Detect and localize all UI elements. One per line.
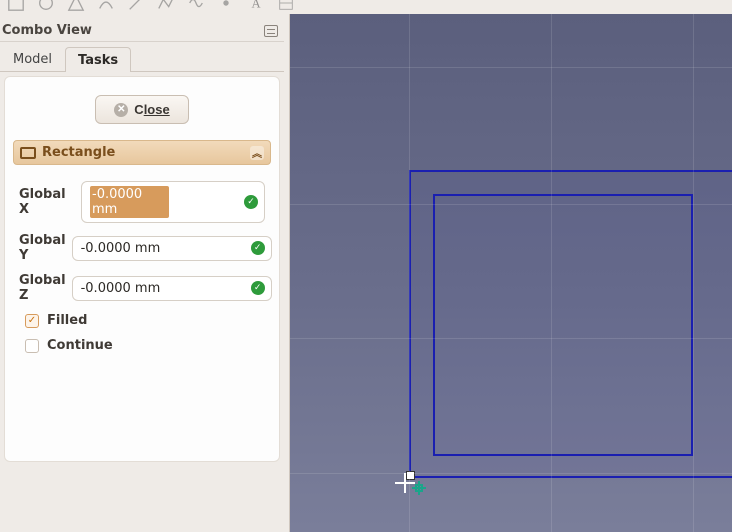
input-wrap-global-y[interactable]: ✓ [72, 236, 272, 261]
input-global-z[interactable] [81, 281, 251, 296]
label-global-z: Global Z [19, 273, 66, 303]
grid-line-v [409, 14, 410, 532]
toolbar-icon[interactable] [96, 0, 116, 12]
toolbar-text-a-icon[interactable]: A [246, 0, 266, 12]
valid-icon: ✓ [251, 281, 265, 295]
row-global-y: Global Y ✓ [19, 233, 265, 263]
label-global-x: Global X [19, 187, 75, 217]
label-continue: Continue [47, 338, 113, 353]
valid-icon: ✓ [244, 195, 258, 209]
row-global-z: Global Z ✓ [19, 273, 265, 303]
toolbar-icon[interactable] [126, 0, 146, 12]
grid-line-h [290, 473, 732, 474]
toolbar-icon[interactable] [276, 0, 296, 12]
label-filled: Filled [47, 313, 87, 328]
input-global-y[interactable] [81, 241, 251, 256]
combo-view-title: Combo View [2, 23, 92, 38]
toolbar-icon[interactable] [6, 0, 26, 12]
check-row-filled[interactable]: ✓ Filled [19, 313, 265, 328]
draft-rectangle-inner[interactable] [433, 194, 693, 456]
panel-menu-icon[interactable] [264, 25, 278, 37]
tab-bar: Model Tasks [0, 44, 284, 72]
close-button[interactable]: ✕ Close [95, 95, 188, 124]
grid-line-v [693, 14, 694, 532]
grid-line-h [290, 338, 732, 339]
close-row: ✕ Close [13, 95, 271, 124]
rectangle-form: Global X -0.0000 mm ✓ Global Y ✓ Global … [13, 175, 271, 355]
viewport-3d[interactable] [289, 14, 732, 532]
grid-line-h [290, 204, 732, 205]
close-x-icon: ✕ [114, 103, 128, 117]
tab-model[interactable]: Model [0, 46, 65, 71]
valid-icon: ✓ [251, 241, 265, 255]
combo-view-header: Combo View [0, 20, 284, 42]
snap-target-icon [412, 481, 426, 495]
checkbox-filled[interactable]: ✓ [25, 314, 39, 328]
grid-line-v [551, 14, 552, 532]
section-title: Rectangle [42, 145, 115, 160]
collapse-chevron-icon[interactable]: ︽ [250, 146, 264, 160]
label-global-y: Global Y [19, 233, 66, 263]
input-wrap-global-x[interactable]: -0.0000 mm ✓ [81, 181, 265, 223]
check-row-continue[interactable]: Continue [19, 338, 265, 353]
toolbar-icon[interactable] [156, 0, 176, 12]
toolbar-icon[interactable] [36, 0, 56, 12]
toolbar: A [0, 0, 732, 12]
checkbox-continue[interactable] [25, 339, 39, 353]
close-label: Close [134, 102, 169, 117]
toolbar-icon[interactable] [216, 0, 236, 12]
toolbar-icon[interactable] [66, 0, 86, 12]
section-rectangle-header[interactable]: Rectangle ︽ [13, 140, 271, 165]
input-wrap-global-z[interactable]: ✓ [72, 276, 272, 301]
task-panel: ✕ Close Rectangle ︽ Global X -0.0000 mm … [4, 76, 280, 462]
input-global-x[interactable]: -0.0000 mm [90, 186, 169, 218]
tab-tasks[interactable]: Tasks [65, 47, 131, 72]
grid-line-h [290, 67, 732, 68]
toolbar-icon[interactable] [186, 0, 206, 12]
svg-text:A: A [251, 0, 260, 11]
row-global-x: Global X -0.0000 mm ✓ [19, 181, 265, 223]
rectangle-icon [20, 147, 36, 159]
